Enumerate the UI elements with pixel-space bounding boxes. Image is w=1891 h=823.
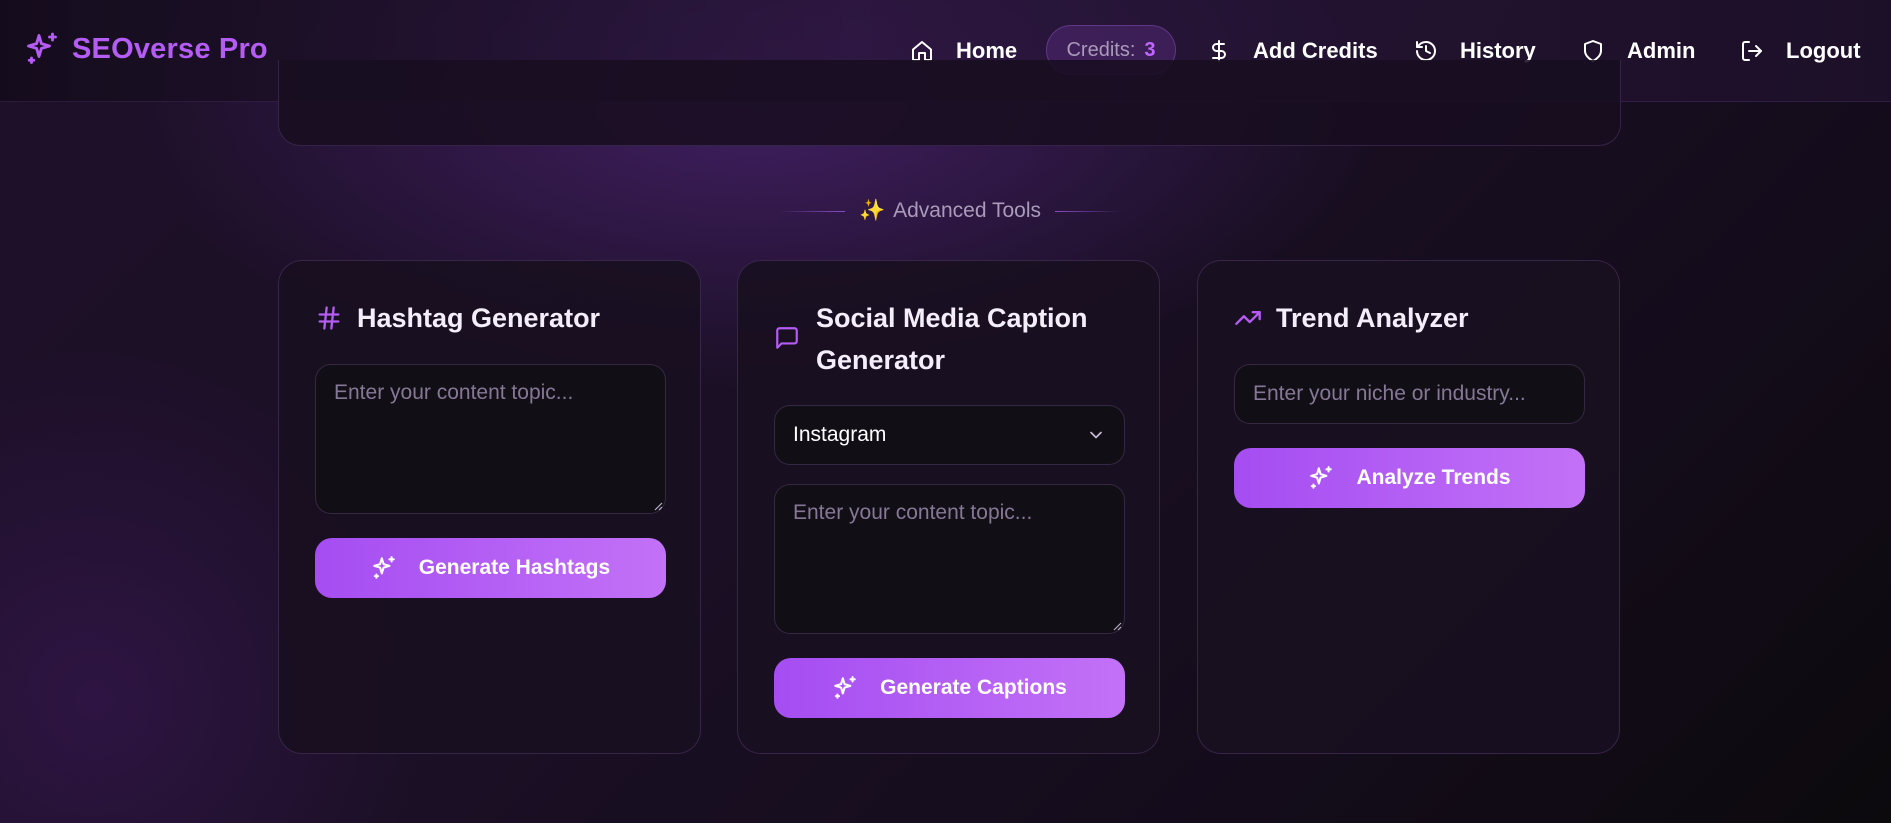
brand[interactable]: SEOverse Pro (24, 31, 268, 67)
divider-line-left (778, 210, 845, 212)
platform-select-value: Instagram (793, 423, 887, 446)
credits-value: 3 (1144, 38, 1156, 61)
resize-grip-icon[interactable] (653, 501, 663, 511)
section-heading: ✨ Advanced Tools (770, 196, 1130, 226)
sparkles-icon (371, 555, 397, 581)
card-title-text: Hashtag Generator (357, 303, 601, 333)
niche-input[interactable] (1234, 364, 1585, 424)
sparkles-icon (1308, 465, 1334, 491)
caption-generator-card: Social Media Caption Generator Instagram… (737, 260, 1160, 754)
card-title: Hashtag Generator (315, 297, 600, 339)
divider-line-right (1055, 210, 1122, 212)
section-heading-inner: ✨ Advanced Tools (859, 199, 1041, 223)
analyze-trends-label: Analyze Trends (1356, 466, 1511, 489)
trending-up-icon (1234, 304, 1262, 332)
hashtag-topic-textarea[interactable] (315, 364, 666, 514)
logout-icon (1740, 39, 1764, 63)
generate-hashtags-button[interactable]: Generate Hashtags (315, 538, 666, 598)
nav-logout[interactable]: Logout (1740, 0, 1861, 102)
generate-captions-label: Generate Captions (880, 676, 1067, 699)
card-title: Trend Analyzer (1234, 297, 1469, 339)
card-title: Social Media Caption Generator (774, 297, 1116, 381)
card-title-text: Social Media Caption Generator (816, 303, 1088, 375)
resize-grip-icon[interactable] (1112, 621, 1122, 631)
generate-hashtags-label: Generate Hashtags (418, 556, 611, 579)
sparkles-icon (832, 675, 858, 701)
caption-topic-textarea[interactable] (774, 484, 1125, 634)
analyze-trends-button[interactable]: Analyze Trends (1234, 448, 1585, 508)
hash-icon (315, 304, 343, 332)
trend-analyzer-card: Trend Analyzer Analyze Trends (1197, 260, 1620, 754)
previous-tool-panel (278, 60, 1621, 146)
hashtag-generator-card: Hashtag Generator Generate Hashtags (278, 260, 701, 754)
generate-captions-button[interactable]: Generate Captions (774, 658, 1125, 718)
platform-select[interactable]: Instagram (774, 405, 1125, 465)
card-title-text: Trend Analyzer (1276, 303, 1469, 333)
message-square-icon (774, 325, 802, 353)
brand-name: SEOverse Pro (72, 32, 268, 65)
section-title: Advanced Tools (893, 199, 1042, 222)
nav-admin-label: Admin (1627, 38, 1696, 63)
sparkles-icon (24, 31, 60, 67)
sparkles-emoji-icon: ✨ (858, 199, 886, 222)
nav-logout-label: Logout (1786, 38, 1861, 63)
chevron-down-icon (1086, 425, 1106, 445)
credits-label: Credits: (1066, 38, 1136, 61)
